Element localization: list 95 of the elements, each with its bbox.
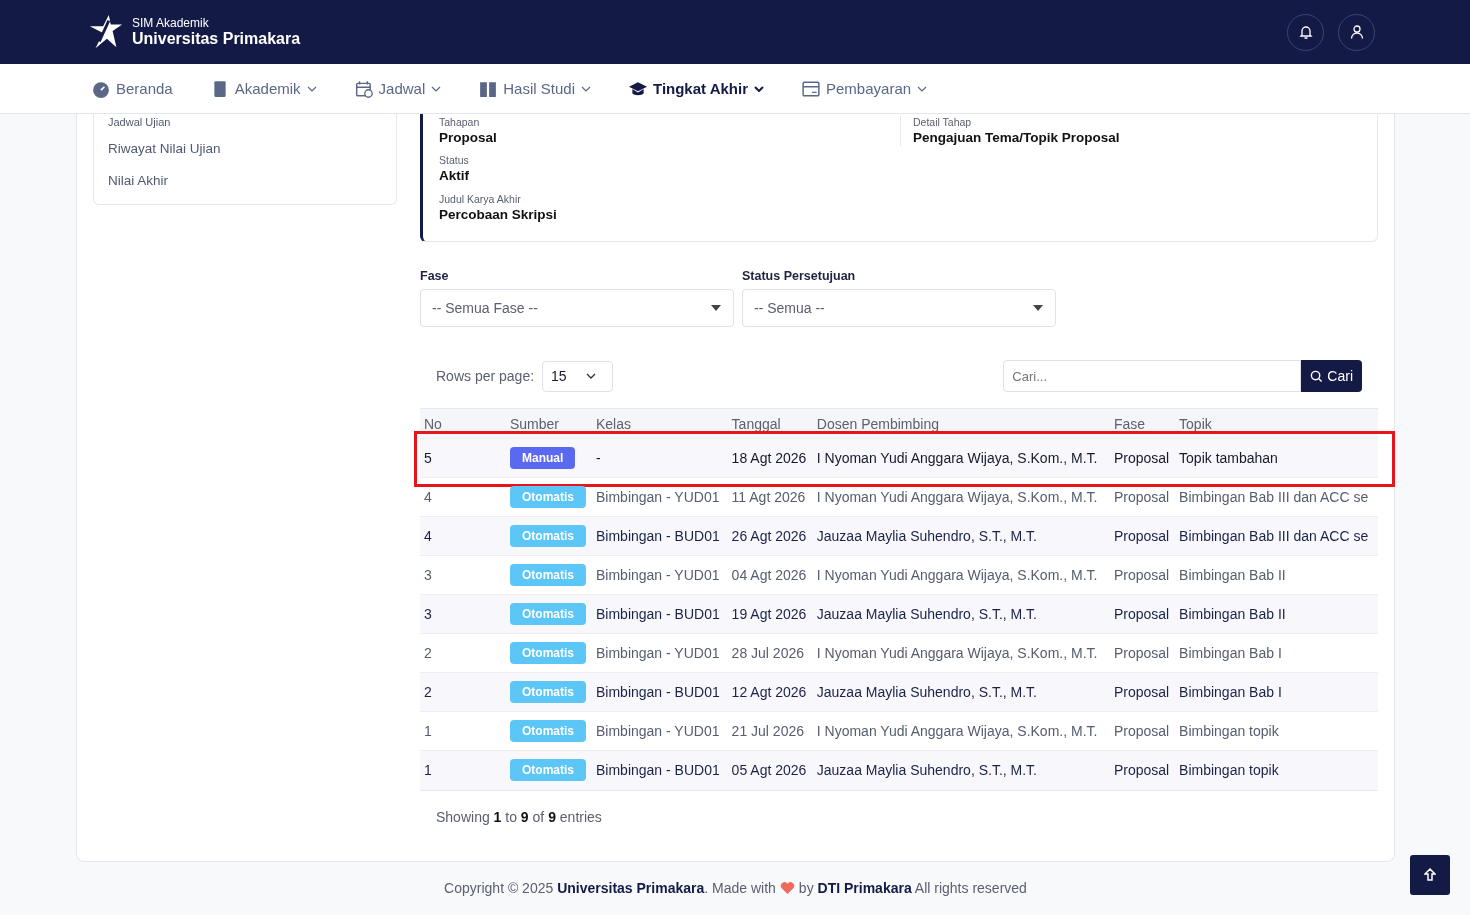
table-cell: Bimbingan - BUD01	[592, 594, 728, 634]
field-label: Status	[439, 154, 470, 167]
table-cell: Topik tambahan	[1175, 438, 1378, 478]
table-cell: Jauzaa Maylia Suhendro, S.T., M.T.	[812, 516, 1110, 556]
nav-item[interactable]: Beranda	[92, 79, 173, 98]
graduation-cap-icon	[629, 79, 647, 98]
table-cell: Bimbingan - BUD01	[592, 516, 728, 556]
table-cell: Bimbingan - BUD01	[592, 750, 728, 790]
table-cell: 12 Agt 2026	[727, 672, 813, 712]
rights-text: by DTI Primakara All rights reserved	[798, 880, 1027, 896]
open-book-icon	[479, 79, 498, 98]
entries-info: Showing 1 to 9 of 9 entries	[420, 789, 1378, 843]
column-header: Tanggal	[727, 408, 813, 439]
field-value: Aktif	[439, 168, 470, 184]
filter-label: Fase	[420, 269, 450, 283]
table-cell: Bimbingan Bab III dan ACC se	[1175, 516, 1378, 556]
table-cell: -	[592, 438, 728, 478]
filter-label: Status Persetujuan	[742, 269, 857, 283]
table-cell: Proposal	[1109, 516, 1176, 556]
table-cell: Proposal	[1109, 438, 1176, 478]
filter-select[interactable]: -- Semua --	[742, 289, 1056, 327]
column-header: Sumber	[506, 408, 592, 439]
table-cell: Proposal	[1109, 594, 1176, 634]
table-cell: Proposal	[1109, 672, 1176, 712]
source-badge: Otomatis	[510, 681, 586, 703]
table-cell: Jauzaa Maylia Suhendro, S.T., M.T.	[812, 594, 1110, 634]
column-header: Fase	[1109, 408, 1176, 439]
filter-select[interactable]: -- Semua Fase --	[420, 289, 734, 327]
table-cell: 18 Agt 2026	[727, 438, 813, 478]
source-badge: Otomatis	[510, 642, 586, 664]
user-icon	[1348, 24, 1365, 40]
field-value: Percobaan Skripsi	[439, 206, 558, 222]
field-label: Tahapan	[439, 116, 481, 128]
chevron-down-icon	[581, 85, 591, 92]
rows-per-page-label: Rows per page:	[436, 368, 535, 384]
source-badge: Otomatis	[510, 720, 586, 742]
rows-per-page-select[interactable]: 15	[542, 360, 614, 392]
table-cell: 26 Agt 2026	[727, 516, 813, 556]
table-cell: Proposal	[1109, 750, 1176, 790]
app-subtitle: SIM Akademik	[132, 16, 210, 30]
field-value: Proposal	[439, 130, 498, 145]
nav-item[interactable]: Pembayaran	[802, 79, 928, 98]
calendar-icon	[354, 79, 373, 98]
chevron-down-icon	[754, 85, 764, 92]
field-label: Judul Karya Akhir	[439, 192, 522, 205]
table-cell: 1	[420, 750, 506, 790]
gauge-icon	[92, 79, 110, 98]
table-cell: Jauzaa Maylia Suhendro, S.T., M.T.	[812, 750, 1110, 790]
source-badge: Otomatis	[510, 564, 586, 586]
source-badge: Otomatis	[510, 525, 586, 547]
caret-down-icon	[1033, 305, 1043, 311]
table-cell: 5	[420, 438, 506, 478]
chevron-down-icon	[306, 85, 317, 92]
search-button[interactable]: Cari	[1301, 360, 1362, 392]
table-cell: 19 Agt 2026	[727, 594, 813, 634]
nav-item[interactable]: Akademik	[210, 79, 317, 98]
search-field[interactable]: Cari...	[1003, 360, 1302, 392]
table-cell: 4	[420, 516, 506, 556]
column-header: No	[420, 408, 506, 439]
arrow-up-icon	[1424, 868, 1436, 882]
table-cell: 2	[420, 672, 506, 712]
chevron-down-icon	[431, 85, 442, 92]
table-cell: Bimbingan topik	[1175, 750, 1378, 790]
nav-item[interactable]: Jadwal	[354, 79, 442, 98]
column-header: Topik	[1175, 408, 1378, 439]
chevron-down-icon	[586, 373, 597, 379]
table-cell: 3	[420, 594, 506, 634]
source-badge: Manual	[510, 447, 576, 469]
search-icon	[1310, 369, 1324, 383]
column-header: Dosen Pembimbing	[812, 408, 1110, 439]
heart-icon	[779, 881, 795, 895]
scroll-to-top-button[interactable]	[1410, 855, 1450, 895]
source-badge: Otomatis	[510, 603, 586, 625]
source-badge: Otomatis	[510, 759, 586, 782]
column-header: Kelas	[592, 408, 728, 439]
nav-item[interactable]: Tingkat Akhir	[629, 79, 764, 98]
bell-icon	[1297, 24, 1314, 40]
field-label: Detail Tahap	[913, 116, 973, 128]
table-cell: Bimbingan Bab II	[1175, 594, 1378, 634]
table-cell: Bimbingan Bab I	[1175, 672, 1378, 712]
table-cell: 05 Agt 2026	[727, 750, 813, 790]
app-title: Universitas Primakara	[132, 30, 301, 48]
source-badge: Otomatis	[510, 486, 586, 508]
caret-down-icon	[711, 305, 721, 311]
chevron-down-icon	[917, 85, 928, 92]
table-cell: Jauzaa Maylia Suhendro, S.T., M.T.	[812, 672, 1110, 712]
sidebar-item[interactable]: Jadwal Ujian	[94, 114, 396, 134]
sidebar-item[interactable]: Nilai Akhir	[94, 166, 396, 198]
table-cell: I Nyoman Yudi Anggara Wijaya, S.Kom., M.T.	[812, 438, 1110, 478]
card-icon	[802, 79, 820, 98]
copyright-text: Copyright © 2025 Universitas Primakara. Made with	[444, 880, 776, 896]
nav-item[interactable]: Hasil Studi	[479, 79, 591, 98]
field-value: Pengajuan Tema/Topik Proposal	[913, 130, 1121, 145]
table-cell: Bimbingan - BUD01	[592, 672, 728, 712]
sidebar-item[interactable]: Riwayat Nilai Ujian	[94, 134, 396, 166]
